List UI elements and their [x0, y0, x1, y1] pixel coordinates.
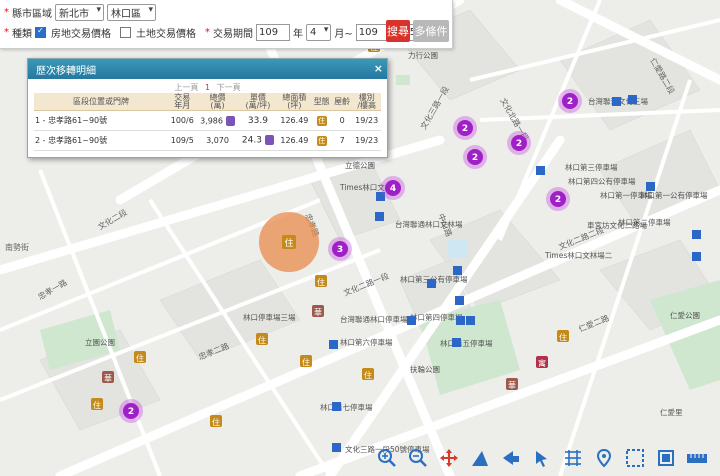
- back-icon[interactable]: [500, 447, 522, 469]
- map-toolbar: [376, 443, 708, 473]
- popup-title: 歷次移轉明細: [36, 65, 96, 77]
- land-price-checkbox[interactable]: [120, 27, 131, 38]
- svg-text:住: 住: [136, 353, 144, 363]
- county-label: 縣市區域: [12, 9, 52, 20]
- col-total: 總價 (萬): [196, 93, 239, 111]
- measure-icon[interactable]: [469, 447, 491, 469]
- svg-text:住: 住: [302, 357, 310, 367]
- place-label: 林口停車場三場: [243, 312, 296, 322]
- residence-type-icon: 住: [316, 115, 327, 126]
- svg-text:2: 2: [128, 407, 134, 417]
- land-price-label[interactable]: 土地交易價格: [136, 25, 196, 40]
- location-icon[interactable]: [593, 447, 615, 469]
- pagination: 上一頁 1 下一頁: [28, 82, 387, 93]
- start-month-select[interactable]: 4: [306, 24, 332, 41]
- place-label: 力行公園: [408, 50, 438, 60]
- svg-text:2: 2: [555, 195, 561, 205]
- district-select[interactable]: 林口區: [107, 4, 156, 21]
- col-type: 型態: [311, 93, 332, 111]
- svg-text:寓: 寓: [538, 358, 546, 368]
- search-panel: * 縣市區域 新北市 林口區 * 種類 房地交易價格 土地交易價格 * 交易期間…: [0, 0, 453, 49]
- svg-text:2: 2: [462, 124, 468, 134]
- residence-type-icon: 住: [316, 135, 327, 146]
- place-label: 林口第三停車場: [565, 162, 618, 172]
- svg-text:住: 住: [559, 332, 567, 342]
- type-label: 種類: [12, 29, 32, 40]
- county-row: * 縣市區域 新北市 林口區: [4, 4, 156, 21]
- end-year-input[interactable]: 109: [355, 24, 390, 41]
- place-label: 台灣聯通林口停車場: [340, 314, 408, 324]
- transactions-table: 區段位置或門牌 交易 年月 總價 (萬) 單價 (萬/坪) 總面積 (坪) 型態 屋齡 …: [34, 93, 381, 151]
- col-date: 交易 年月: [168, 93, 197, 111]
- place-label: 林口第七停車場: [320, 402, 373, 412]
- table-header: 區段位置或門牌 交易 年月 總價 (萬) 單價 (萬/坪) 總面積 (坪) 型態 屋齡 …: [34, 93, 381, 111]
- svg-text:2: 2: [472, 153, 478, 163]
- svg-text:住: 住: [93, 400, 101, 410]
- start-year-input[interactable]: 109: [256, 24, 290, 41]
- svg-text:華: 華: [314, 307, 322, 317]
- place-label: 台灣聯通林口文林場: [395, 219, 463, 229]
- svg-text:住: 住: [364, 370, 372, 380]
- pan-icon[interactable]: [438, 447, 460, 469]
- svg-text:華: 華: [104, 373, 112, 383]
- table-row[interactable]: 2 - 忠孝路61~90號 109/5 3,070 24.3 126.49 住 …: [34, 130, 381, 151]
- zoom-in-icon[interactable]: [376, 447, 398, 469]
- price-detail-icon[interactable]: [264, 135, 274, 146]
- place-label: 仁愛里: [660, 407, 683, 417]
- svg-text:2: 2: [516, 139, 522, 149]
- place-label: 林口第一公有停車場: [640, 190, 708, 200]
- svg-text:3: 3: [337, 245, 343, 255]
- svg-text:2: 2: [567, 97, 573, 107]
- county-select[interactable]: 新北市: [55, 4, 104, 21]
- place-label: 林口第四停車場: [410, 312, 463, 322]
- svg-text:華: 華: [508, 380, 516, 390]
- svg-text:住: 住: [258, 335, 266, 345]
- house-price-label[interactable]: 房地交易價格: [51, 25, 111, 40]
- place-label: 立園公園: [85, 337, 115, 347]
- place-label: 扶輪公園: [410, 364, 440, 374]
- ruler-icon[interactable]: [686, 447, 708, 469]
- place-label: 立德公園: [345, 160, 375, 170]
- place-label: 仁愛公園: [670, 310, 700, 320]
- place-label: 林口第五停車場: [440, 338, 493, 348]
- svg-text:住: 住: [212, 417, 220, 427]
- select-icon[interactable]: [531, 447, 553, 469]
- layers-icon[interactable]: [562, 447, 584, 469]
- fullscreen-icon[interactable]: [624, 447, 646, 469]
- col-unit: 單價 (萬/坪): [238, 93, 278, 111]
- print-icon[interactable]: [655, 447, 677, 469]
- table-row[interactable]: 1 - 忠孝路61~90號 100/6 3,986 33.9 126.49 住 …: [34, 110, 381, 131]
- price-detail-icon[interactable]: [225, 115, 235, 126]
- place-label: Times林口文林場二: [544, 250, 613, 260]
- svg-text:住: 住: [284, 237, 293, 249]
- place-label: 車宮坊文化二路場: [587, 220, 647, 230]
- col-address: 區段位置或門牌: [34, 93, 168, 111]
- house-price-checkbox[interactable]: [35, 26, 46, 38]
- close-icon[interactable]: ×: [374, 62, 383, 75]
- criteria-row: * 種類 房地交易價格 土地交易價格 * 交易期間 109 年 4 月~ 109…: [4, 24, 444, 41]
- period-label: 交易期間: [213, 29, 253, 40]
- road-label-nanshi: 南勢街: [5, 242, 29, 252]
- col-age: 屋齡: [331, 93, 353, 111]
- next-page-link[interactable]: 下一頁: [217, 83, 241, 92]
- svg-text:4: 4: [390, 184, 396, 194]
- col-floor: 樓別/樓高: [352, 93, 381, 111]
- place-label: 林口第四公有停車場: [568, 176, 636, 186]
- place-label: 林口第六停車場: [340, 337, 393, 347]
- col-area: 總面積 (坪): [277, 93, 312, 111]
- svg-text:住: 住: [317, 277, 325, 287]
- selected-property-marker[interactable]: 住: [259, 212, 319, 272]
- advanced-search-button[interactable]: 多條件: [413, 20, 449, 42]
- zoom-out-icon[interactable]: [407, 447, 429, 469]
- popup-header: 歷次移轉明細: [28, 59, 387, 79]
- search-button[interactable]: 搜尋: [386, 20, 410, 42]
- prev-page-link[interactable]: 上一頁: [174, 83, 198, 92]
- current-page: 1: [204, 83, 211, 92]
- transaction-detail-popup: 歷次移轉明細 × 上一頁 1 下一頁 區段位置或門牌 交易 年月 總價 (萬) 單價…: [27, 58, 388, 158]
